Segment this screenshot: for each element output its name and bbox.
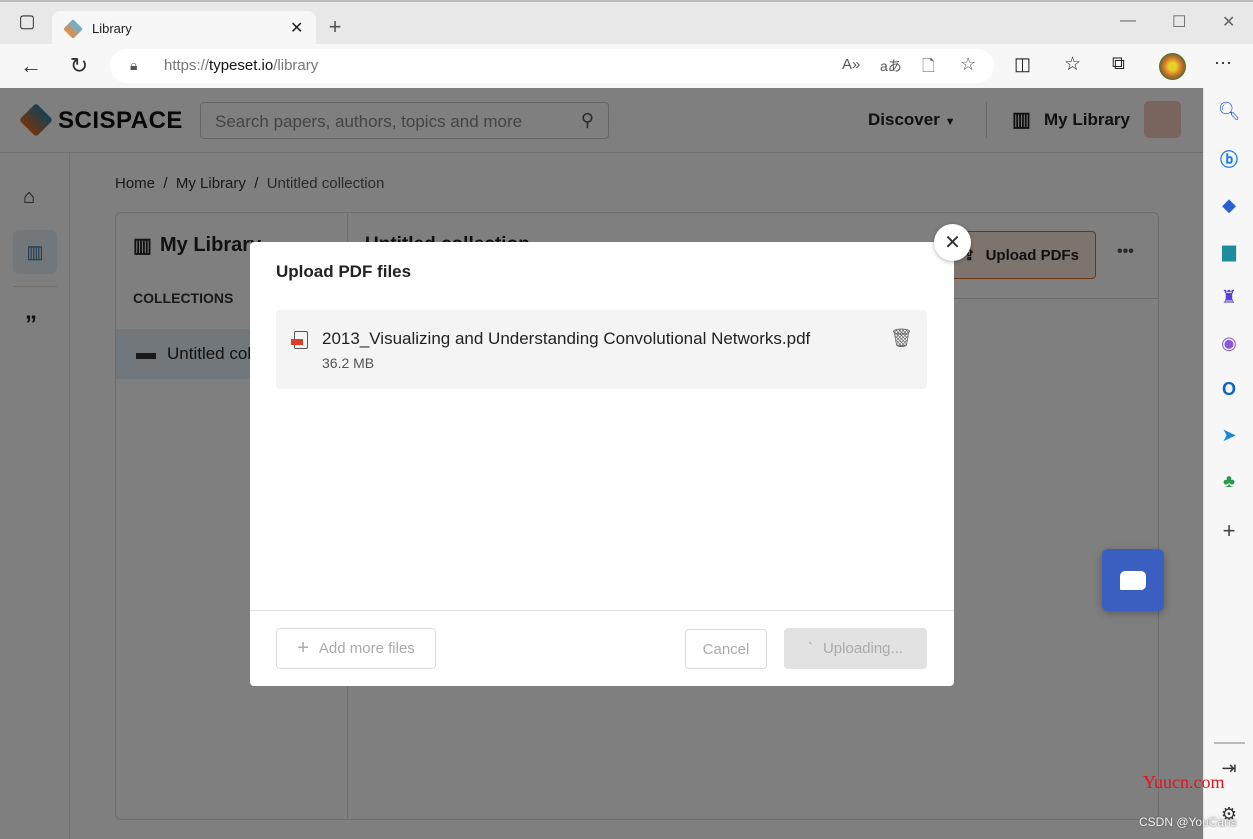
close-modal-button[interactable]: ✕ — [934, 224, 971, 261]
read-aloud-icon[interactable]: A» — [842, 56, 860, 73]
cancel-label: Cancel — [702, 640, 750, 658]
edge-sidebar: 🔍︎ ⓑ ◆ ▆ ♜ ◉ O ➤ ♣ + ⇥ ⚙ — [1203, 88, 1253, 839]
favorites-icon[interactable]: ☆ — [1064, 53, 1081, 76]
chat-icon — [1120, 570, 1146, 590]
new-tab-icon[interactable]: + — [322, 14, 348, 40]
translate-icon[interactable]: aあ — [880, 56, 902, 76]
url-prefix: https:// — [164, 57, 210, 74]
modal-title: Upload PDF files — [276, 262, 412, 281]
add-icon[interactable]: + — [1217, 518, 1241, 543]
sidebar-divider — [1214, 742, 1245, 744]
file-size: 36.2 MB — [322, 355, 375, 371]
tools-icon[interactable]: ▆ — [1217, 239, 1241, 263]
uploading-label: Uploading... — [822, 640, 904, 657]
page-icon[interactable]: 🗋 — [922, 55, 935, 82]
add-more-files-button[interactable]: + Add more files — [276, 628, 436, 669]
upload-modal: Upload PDF files 2013_Visualizing and Un… — [250, 242, 954, 686]
tab-actions-icon[interactable]: ▢ — [14, 8, 40, 34]
pdf-file-icon — [291, 331, 308, 349]
file-item: 2013_Visualizing and Understanding Convo… — [276, 310, 927, 389]
address-bar-row: ← ↻ 🔒︎ https://typeset.io/library A» aあ … — [0, 44, 1253, 88]
plus-icon: + — [297, 637, 309, 659]
tab-library[interactable]: Library ✕ — [52, 11, 316, 46]
cancel-button[interactable]: Cancel — [685, 629, 767, 669]
close-tab-icon[interactable]: ✕ — [290, 18, 303, 38]
outlook-icon[interactable]: O — [1217, 377, 1241, 401]
watermark-author: CSDN @YouCans — [1139, 815, 1237, 829]
collections-icon[interactable]: ⧉ — [1112, 53, 1125, 74]
add-favorite-icon[interactable]: ☆ — [960, 54, 976, 75]
office-icon[interactable]: ◉ — [1217, 331, 1241, 355]
minimize-icon[interactable]: — — [1120, 12, 1136, 30]
close-window-icon[interactable]: ✕ — [1222, 12, 1235, 32]
delete-icon[interactable]: 🗑︎ — [890, 328, 913, 349]
chat-button[interactable] — [1102, 549, 1164, 611]
lock-icon: 🔒︎ — [130, 57, 138, 73]
shopping-tag-icon[interactable]: ◆ — [1217, 193, 1241, 217]
url-domain: typeset.io — [209, 57, 274, 74]
uploading-button: ` Uploading... — [784, 628, 927, 669]
file-name: 2013_Visualizing and Understanding Convo… — [322, 329, 811, 348]
add-more-label: Add more files — [318, 640, 415, 657]
watermark-site: Yuucn.com — [1143, 772, 1225, 792]
scispace-favicon-icon — [63, 19, 83, 39]
url-path: /library — [273, 57, 319, 74]
send-icon[interactable]: ➤ — [1217, 423, 1241, 447]
games-icon[interactable]: ♜ — [1217, 285, 1241, 309]
more-icon[interactable]: ··· — [1214, 52, 1232, 73]
back-icon[interactable]: ← — [18, 53, 44, 79]
refresh-icon[interactable]: ↻ — [66, 53, 92, 79]
close-icon: ✕ — [944, 232, 961, 254]
url-field[interactable]: 🔒︎ https://typeset.io/library A» aあ 🗋 ☆ — [110, 49, 994, 83]
tab-title: Library — [92, 21, 132, 36]
tab-bar: ▢ Library ✕ + — ☐ ✕ — [0, 0, 1253, 46]
maximize-icon[interactable]: ☐ — [1172, 12, 1186, 32]
spinner-icon: ` — [807, 640, 813, 657]
profile-avatar[interactable] — [1159, 53, 1186, 80]
split-screen-icon[interactable]: ◫ — [1014, 54, 1031, 75]
search-icon[interactable]: 🔍︎ — [1217, 99, 1241, 123]
bing-icon[interactable]: ⓑ — [1217, 147, 1241, 171]
tree-icon[interactable]: ♣ — [1217, 469, 1241, 493]
footer-divider — [250, 610, 954, 611]
